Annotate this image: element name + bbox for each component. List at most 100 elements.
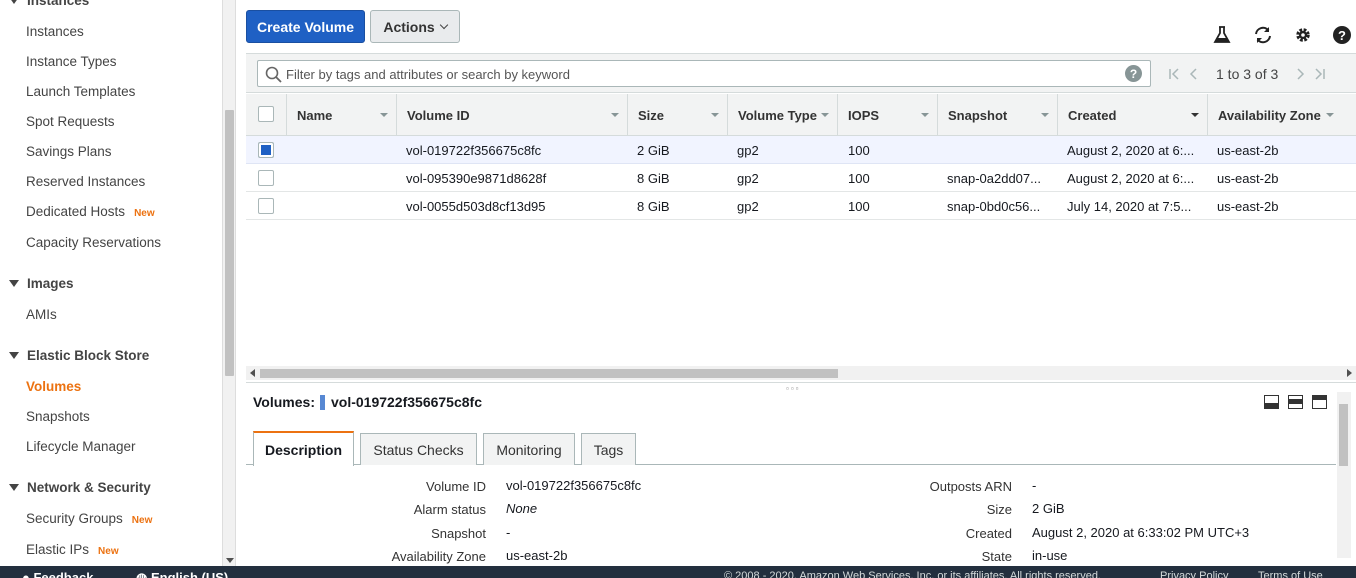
- detail-scrollbar-thumb[interactable]: [1339, 404, 1348, 466]
- sidebar-item-snapshots[interactable]: Snapshots: [26, 409, 90, 424]
- value-availability-zone: us-east-2b: [506, 548, 568, 563]
- actions-dropdown-button[interactable]: Actions: [370, 10, 460, 43]
- sidebar-item-instances[interactable]: Instances: [26, 24, 84, 39]
- horizontal-scrollbar-thumb[interactable]: [260, 369, 838, 378]
- cell-iops: 100: [848, 142, 870, 158]
- sidebar-group-ebs[interactable]: Elastic Block Store: [9, 348, 149, 363]
- label-state: State: [981, 549, 1012, 564]
- table-header: Name Volume ID Size Volume Type IOPS Sna…: [246, 94, 1356, 136]
- sidebar-item-lifecycle-manager[interactable]: Lifecycle Manager: [26, 439, 136, 454]
- sidebar-item-reserved-instances[interactable]: Reserved Instances: [26, 174, 145, 189]
- column-header-iops[interactable]: IOPS: [837, 94, 937, 136]
- sidebar-group-network-security[interactable]: Network & Security: [9, 480, 151, 495]
- column-header-snapshot[interactable]: Snapshot: [937, 94, 1057, 136]
- terms-of-use-link[interactable]: Terms of Use: [1258, 570, 1323, 578]
- tab-monitoring[interactable]: Monitoring: [483, 433, 575, 465]
- table-row[interactable]: vol-019722f356675c8fc 2 GiB gp2 100 Augu…: [246, 136, 1356, 164]
- value-size: 2 GiB: [1032, 501, 1065, 516]
- cell-created: July 14, 2020 at 7:5...: [1067, 198, 1192, 214]
- volumes-table: Name Volume ID Size Volume Type IOPS Sna…: [246, 94, 1356, 381]
- sidebar-item-savings-plans[interactable]: Savings Plans: [26, 144, 112, 159]
- row-checkbox[interactable]: [258, 142, 274, 158]
- cell-iops: 100: [848, 170, 870, 186]
- tab-status-checks[interactable]: Status Checks: [360, 433, 477, 465]
- scroll-left-arrow-icon[interactable]: [250, 369, 255, 377]
- svg-text:?: ?: [1338, 28, 1346, 43]
- sort-icon: [380, 113, 388, 117]
- sidebar-group-instances[interactable]: Instances: [9, 0, 89, 8]
- detail-vertical-scrollbar[interactable]: [1337, 392, 1351, 558]
- value-created: August 2, 2020 at 6:33:02 PM UTC+3: [1032, 525, 1250, 540]
- select-all-checkbox[interactable]: [258, 106, 274, 122]
- sidebar-nav: Instances Instances Instance Types Launc…: [0, 0, 222, 566]
- search-box[interactable]: ?: [257, 60, 1151, 87]
- sidebar-scrollbar[interactable]: [222, 0, 236, 566]
- layout-split-icon[interactable]: [1288, 395, 1303, 409]
- scroll-right-arrow-icon[interactable]: [1347, 369, 1352, 377]
- previous-page-icon[interactable]: [1184, 65, 1204, 83]
- search-input[interactable]: [286, 64, 1116, 84]
- column-header-volume-id[interactable]: Volume ID: [396, 94, 627, 136]
- sidebar-group-images[interactable]: Images: [9, 276, 74, 291]
- pane-divider[interactable]: [246, 382, 1356, 383]
- column-header-name[interactable]: Name: [286, 94, 396, 136]
- label-created: Created: [965, 526, 1012, 541]
- tab-description[interactable]: Description: [253, 431, 354, 466]
- label-outposts-arn: Outposts ARN: [929, 479, 1012, 494]
- privacy-policy-link[interactable]: Privacy Policy: [1160, 570, 1228, 578]
- sidebar-item-instance-types[interactable]: Instance Types: [26, 54, 117, 69]
- cell-snapshot: snap-0bd0c56...: [947, 198, 1041, 214]
- column-header-created[interactable]: Created: [1057, 94, 1207, 136]
- cell-created: August 2, 2020 at 6:...: [1067, 170, 1195, 186]
- layout-top-icon[interactable]: [1312, 395, 1327, 409]
- column-header-volume-type[interactable]: Volume Type: [727, 94, 837, 136]
- gear-icon[interactable]: [1292, 24, 1314, 46]
- table-horizontal-scrollbar[interactable]: [246, 366, 1356, 380]
- table-row[interactable]: vol-0055d503d8cf13d95 8 GiB gp2 100 snap…: [246, 192, 1356, 220]
- sidebar-item-launch-templates[interactable]: Launch Templates: [26, 84, 135, 99]
- sort-icon: [1326, 113, 1334, 117]
- cell-name: [296, 136, 396, 164]
- row-checkbox[interactable]: [258, 198, 274, 214]
- sidebar-item-volumes[interactable]: Volumes: [26, 379, 81, 394]
- create-volume-button[interactable]: Create Volume: [246, 10, 365, 43]
- first-page-icon[interactable]: [1164, 65, 1184, 83]
- resize-grip-icon[interactable]: ▫▫▫: [786, 384, 801, 393]
- next-page-icon[interactable]: [1290, 65, 1310, 83]
- cell-volume-id: vol-0055d503d8cf13d95: [406, 198, 546, 214]
- sidebar-item-spot-requests[interactable]: Spot Requests: [26, 114, 115, 129]
- ec2-console: Instances Instances Instance Types Launc…: [0, 0, 1356, 578]
- help-icon[interactable]: ?: [1331, 24, 1353, 46]
- sidebar-item-elastic-ips[interactable]: Elastic IPs New: [26, 542, 119, 557]
- cell-created: August 2, 2020 at 6:...: [1067, 142, 1195, 158]
- column-header-availability-zone[interactable]: Availability Zone: [1207, 94, 1342, 136]
- refresh-icon[interactable]: [1252, 24, 1274, 46]
- flask-icon[interactable]: [1211, 24, 1233, 46]
- table-row[interactable]: vol-095390e9871d8628f 8 GiB gp2 100 snap…: [246, 164, 1356, 192]
- collapse-triangle-icon: [9, 352, 19, 359]
- layout-bottom-icon[interactable]: [1264, 395, 1279, 409]
- cell-availability-zone: us-east-2b: [1217, 170, 1279, 186]
- column-header-size[interactable]: Size: [627, 94, 727, 136]
- sidebar-item-amis[interactable]: AMIs: [26, 307, 57, 322]
- cell-iops: 100: [848, 198, 870, 214]
- sort-icon: [921, 113, 929, 117]
- label-volume-id: Volume ID: [426, 479, 486, 494]
- language-selector[interactable]: ◍ English (US): [136, 570, 228, 578]
- sidebar-item-dedicated-hosts[interactable]: Dedicated Hosts New: [26, 204, 155, 219]
- last-page-icon[interactable]: [1310, 65, 1330, 83]
- sidebar-item-security-groups[interactable]: Security Groups New: [26, 511, 152, 526]
- sidebar-item-capacity-reservations[interactable]: Capacity Reservations: [26, 235, 161, 250]
- feedback-link[interactable]: ● Feedback: [22, 570, 93, 578]
- sort-icon: [1041, 113, 1049, 117]
- sidebar-scrollbar-thumb[interactable]: [225, 110, 234, 376]
- filter-help-icon[interactable]: ?: [1125, 65, 1142, 82]
- cell-size: 2 GiB: [637, 142, 670, 158]
- collapse-triangle-icon: [9, 484, 19, 491]
- volume-color-marker: [319, 394, 325, 410]
- scroll-down-arrow-icon[interactable]: [226, 558, 234, 563]
- cell-volume-id: vol-019722f356675c8fc: [406, 142, 542, 158]
- cell-volume-type: gp2: [737, 198, 759, 214]
- tab-tags[interactable]: Tags: [581, 433, 636, 465]
- row-checkbox[interactable]: [258, 170, 274, 186]
